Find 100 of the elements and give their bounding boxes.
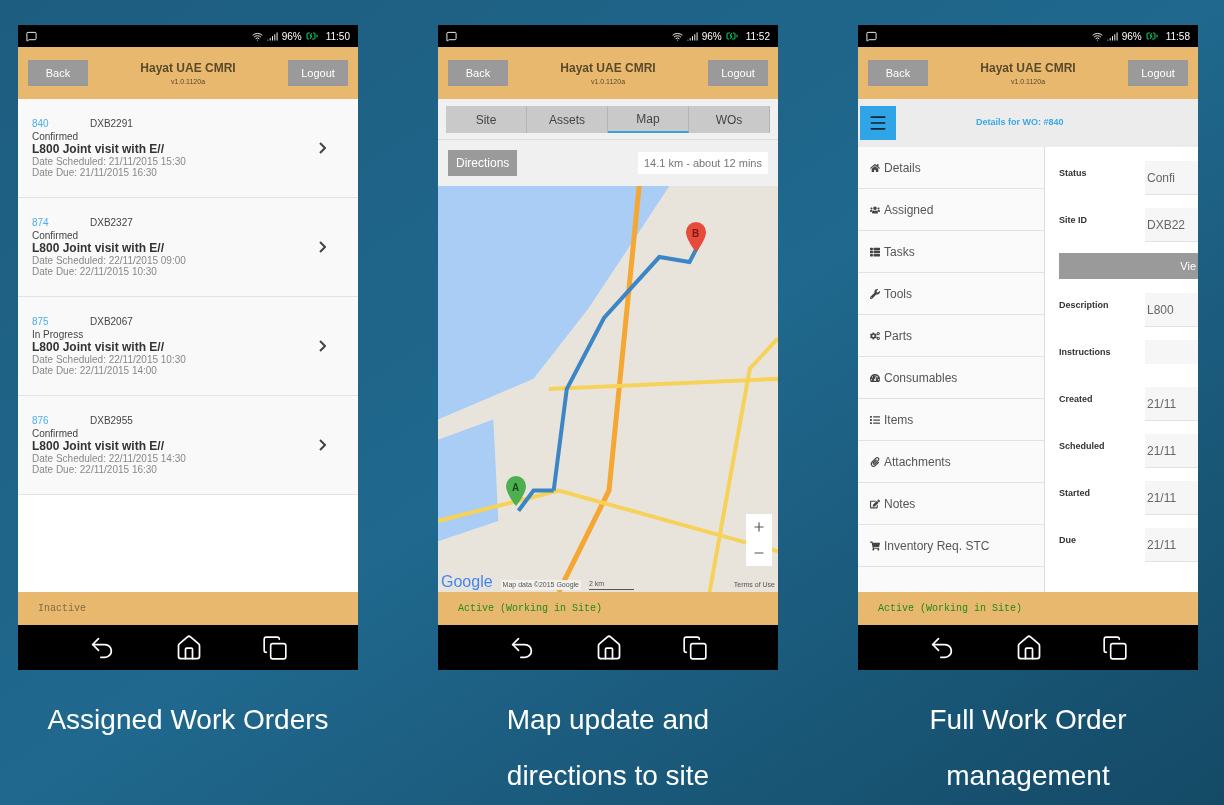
field-label: Status bbox=[1059, 167, 1088, 180]
battery-icon bbox=[725, 30, 738, 42]
wifi-icon bbox=[251, 30, 263, 42]
field-label: Instructions bbox=[1059, 346, 1112, 359]
work-order-item[interactable]: 876 DXB2955 Confirmed L800 Joint visit with E// Date Scheduled: 22/11/2015 14:30 Date Due: 22/11/2015 16:30 bbox=[18, 396, 358, 495]
map-logo: Google bbox=[441, 574, 493, 590]
notification-icon bbox=[26, 30, 37, 42]
date-scheduled: Date Scheduled: 22/11/2015 09:00 bbox=[32, 255, 187, 266]
field-value: 21/11 bbox=[1145, 528, 1198, 562]
menu-item-icon bbox=[870, 456, 880, 467]
chevron-icon bbox=[319, 340, 326, 352]
site-code: DXB2067 bbox=[90, 316, 133, 327]
work-order-item[interactable]: 875 DXB2067 In Progress L800 Joint visit with E// Date Scheduled: 22/11/2015 10:30 Date Due: 22/11/2015 14:00 bbox=[18, 297, 358, 396]
battery-level: 96% bbox=[701, 29, 722, 44]
app-title: Hayat UAE CMRI bbox=[560, 59, 656, 77]
work-order-item[interactable]: 840 DXB2291 Confirmed L800 Joint visit with E// Date Scheduled: 21/11/2015 15:30 Date Due: 21/11/2015 16:30 bbox=[18, 99, 358, 198]
app-title: Hayat UAE CMRI bbox=[140, 59, 236, 77]
date-due: Date Due: 22/11/2015 16:30 bbox=[32, 464, 158, 475]
date-due: Date Due: 22/11/2015 14:00 bbox=[32, 365, 158, 376]
date-due: Date Due: 22/11/2015 10:30 bbox=[32, 266, 158, 277]
menu-button[interactable] bbox=[860, 106, 896, 140]
tab[interactable]: Assets bbox=[527, 106, 608, 133]
menu-item-icon bbox=[870, 246, 880, 257]
site-code: DXB2291 bbox=[90, 118, 133, 129]
menu-item[interactable]: Inventory Req. STC bbox=[858, 525, 1044, 567]
work-order-title: L800 Joint visit with E// bbox=[32, 340, 166, 354]
chevron-icon bbox=[319, 241, 326, 253]
date-scheduled: Date Scheduled: 22/11/2015 10:30 bbox=[32, 354, 187, 365]
recent-apps-icon[interactable] bbox=[682, 634, 709, 661]
field-value: 21/11 bbox=[1145, 387, 1198, 421]
clock-time: 11:50 bbox=[325, 29, 350, 44]
end-marker-label: B bbox=[692, 227, 700, 241]
notification-icon bbox=[446, 30, 457, 42]
chevron-icon bbox=[319, 439, 326, 451]
chevron-icon bbox=[319, 142, 326, 154]
menu-icon bbox=[868, 113, 888, 133]
wifi-icon bbox=[671, 30, 683, 42]
home-icon[interactable] bbox=[1015, 633, 1043, 662]
field-label: Description bbox=[1059, 299, 1110, 312]
field-value: Confi bbox=[1145, 161, 1198, 195]
work-order-status: Confirmed bbox=[32, 428, 80, 439]
field-label: Created bbox=[1059, 393, 1094, 406]
signal-icon bbox=[1106, 30, 1118, 42]
field-label: Site ID bbox=[1059, 214, 1088, 227]
slide-caption: Map update and directions to site bbox=[505, 703, 711, 793]
site-code: DXB2955 bbox=[90, 415, 133, 426]
menu-item[interactable]: Details bbox=[858, 147, 1044, 189]
menu-item-icon bbox=[870, 162, 880, 173]
menu-item[interactable]: Notes bbox=[858, 483, 1044, 525]
date-scheduled: Date Scheduled: 22/11/2015 14:30 bbox=[32, 453, 187, 464]
menu-item[interactable]: Parts bbox=[858, 315, 1044, 357]
clock-time: 11:52 bbox=[745, 29, 770, 44]
field-value: 21/11 bbox=[1145, 434, 1198, 468]
wifi-icon bbox=[1091, 30, 1103, 42]
recent-apps-icon[interactable] bbox=[1102, 634, 1129, 661]
field-value: DXB22 bbox=[1145, 208, 1198, 242]
tab[interactable]: WOs bbox=[689, 106, 770, 133]
work-status: Inactive bbox=[38, 602, 86, 616]
date-scheduled: Date Scheduled: 21/11/2015 15:30 bbox=[32, 156, 187, 167]
menu-item[interactable]: Items bbox=[858, 399, 1044, 441]
start-marker-icon bbox=[506, 476, 526, 506]
field-value: L800 bbox=[1145, 293, 1198, 327]
work-order-item[interactable]: 874 DXB2327 Confirmed L800 Joint visit with E// Date Scheduled: 22/11/2015 09:00 Date Due: 22/11/2015 10:30 bbox=[18, 198, 358, 297]
home-icon[interactable] bbox=[175, 633, 203, 662]
battery-icon bbox=[1145, 30, 1158, 42]
menu-item-icon bbox=[870, 204, 880, 215]
field-label: Started bbox=[1059, 487, 1091, 500]
menu-item[interactable]: Consumables bbox=[858, 357, 1044, 399]
home-icon[interactable] bbox=[595, 633, 623, 662]
tab[interactable]: Map bbox=[608, 106, 689, 133]
slide-caption: Assigned Work Orders bbox=[46, 703, 330, 737]
signal-icon bbox=[266, 30, 278, 42]
site-code: DXB2327 bbox=[90, 217, 133, 228]
zoom-in-icon[interactable] bbox=[752, 520, 766, 534]
clock-time: 11:58 bbox=[1165, 29, 1190, 44]
signal-icon bbox=[686, 30, 698, 42]
work-order-title: L800 Joint visit with E// bbox=[32, 142, 166, 156]
menu-item-icon bbox=[870, 414, 880, 425]
field-label: Due bbox=[1059, 534, 1077, 547]
field-value: 21/11 bbox=[1145, 481, 1198, 515]
menu-item-icon bbox=[870, 330, 880, 341]
details-heading: Details for WO: #840 bbox=[976, 116, 1064, 130]
battery-level: 96% bbox=[1121, 29, 1142, 44]
slide-caption: Full Work Order management bbox=[928, 703, 1128, 793]
menu-item[interactable]: Tasks bbox=[858, 231, 1044, 273]
work-order-title: L800 Joint visit with E// bbox=[32, 439, 166, 453]
work-order-status: In Progress bbox=[32, 329, 85, 340]
work-order-title: L800 Joint visit with E// bbox=[32, 241, 166, 255]
menu-item[interactable]: Attachments bbox=[858, 441, 1044, 483]
menu-item[interactable]: Tools bbox=[858, 273, 1044, 315]
end-marker-icon bbox=[686, 222, 706, 252]
tab[interactable]: Site bbox=[446, 106, 527, 133]
work-order-status: Confirmed bbox=[32, 131, 80, 142]
recent-apps-icon[interactable] bbox=[262, 634, 289, 661]
work-order-status: Confirmed bbox=[32, 230, 80, 241]
field-label: Scheduled bbox=[1059, 440, 1106, 453]
battery-icon bbox=[305, 30, 318, 42]
work-status: Active (Working in Site) bbox=[458, 602, 603, 616]
menu-item[interactable]: Assigned bbox=[858, 189, 1044, 231]
menu-item-icon bbox=[870, 498, 880, 509]
